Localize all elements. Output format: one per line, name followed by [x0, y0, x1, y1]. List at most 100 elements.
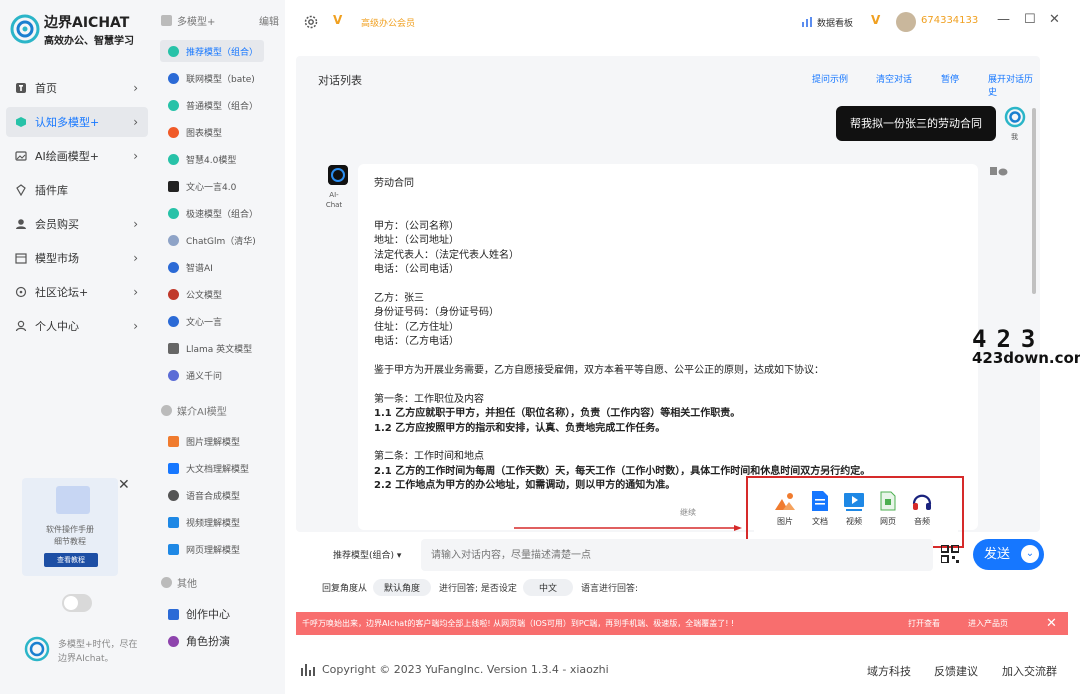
annotation-arrow [514, 525, 742, 531]
model-item[interactable]: 文心一言4.0 [160, 175, 264, 197]
nav-item-ai-painting[interactable]: AI绘画模型+ › [6, 141, 148, 171]
continue-button[interactable]: 继续 [680, 507, 696, 518]
plugin-icon [16, 184, 26, 196]
webpage-icon [168, 543, 179, 555]
media-model-item[interactable]: 网页理解模型 [160, 538, 264, 560]
model-item[interactable]: ChatGlm（清华) [160, 229, 264, 251]
nav-item-home[interactable]: 首页 › [6, 73, 148, 103]
copy-icon[interactable] [990, 166, 1008, 176]
examples-link[interactable]: 提问示例 [812, 72, 848, 85]
history-link[interactable]: 展开对话历史 [988, 72, 1040, 98]
model-item[interactable]: 文心一言 [160, 310, 264, 332]
model-icon [168, 99, 179, 111]
chevron-right-icon: › [133, 115, 138, 129]
pause-link[interactable]: 暂停 [941, 72, 959, 85]
app-window: 边界AICHAT 高效办公、智慧学习 首页 › 认知多模型+ › AI绘画模型+… [0, 0, 1080, 694]
message-input[interactable] [421, 539, 933, 571]
nav-item-cognitive-models[interactable]: 认知多模型+ › [6, 107, 148, 137]
brand: 边界AICHAT 高效办公、智慧学习 [10, 12, 150, 48]
model-item[interactable]: 图表模型 [160, 121, 264, 143]
language-select[interactable]: 中文 [522, 578, 573, 596]
model-item[interactable]: Llama 英文模型 [160, 337, 264, 359]
picture-icon [168, 435, 179, 447]
model-item[interactable]: 智谱AI [160, 256, 264, 278]
model-item[interactable]: 推荐模型（组合） [160, 40, 264, 62]
tool-video[interactable]: 视频 [839, 490, 869, 527]
clear-chat-link[interactable]: 清空对话 [876, 72, 912, 85]
angle-select[interactable]: 默认角度 [373, 578, 432, 596]
webpage-icon [880, 491, 896, 511]
nav-item-membership[interactable]: 会员购买 › [6, 209, 148, 239]
user-avatar-icon [1004, 106, 1026, 128]
model-item[interactable]: 公文模型 [160, 283, 264, 305]
nav-item-personal-center[interactable]: 个人中心 › [6, 311, 148, 341]
scrollbar[interactable] [1032, 108, 1036, 294]
tool-picture[interactable]: 图片 [770, 490, 800, 527]
pie-chart-icon [168, 126, 179, 138]
send-button[interactable]: 发送 ⌄ [973, 539, 1044, 570]
announcement-banner: 千呼万唤始出来，边界AIchat的客户端均全部上线啦! 从网页端（IOS可用）到… [296, 612, 1068, 635]
chevron-right-icon: › [133, 149, 138, 163]
model-item[interactable]: 联网模型（bate) [160, 67, 264, 89]
model-item[interactable]: 极速模型（组合） [160, 202, 264, 224]
media-icon [161, 405, 172, 416]
forum-icon [15, 286, 27, 298]
chevron-down-icon[interactable]: ⌄ [1021, 545, 1039, 563]
user-id[interactable]: 674334133 [921, 15, 978, 26]
brand-logo-icon [24, 636, 50, 662]
tool-audio[interactable]: 音频 [907, 490, 937, 527]
creation-center-item[interactable]: 创作中心 [160, 603, 264, 625]
llama-icon [168, 342, 179, 354]
reply-line: 甲方：（公司名称） [374, 221, 459, 232]
view-tutorial-button[interactable]: 查看教程 [44, 553, 98, 567]
nav-item-community[interactable]: 社区论坛+ › [6, 277, 148, 307]
nav-item-label: 首页 [35, 82, 57, 95]
footer-link-group[interactable]: 加入交流群 [1002, 663, 1057, 679]
dashboard-link[interactable]: 数据看板 [817, 16, 853, 29]
reply-line: 法定代表人：（法定代表人姓名） [374, 250, 519, 261]
close-icon[interactable]: ✕ [118, 477, 130, 493]
nav-item-model-market[interactable]: 模型市场 › [6, 243, 148, 273]
promo-line2: 细节教程 [54, 537, 86, 546]
model-item[interactable]: 智慧4.0模型 [160, 148, 264, 170]
media-model-item[interactable]: 视频理解模型 [160, 511, 264, 533]
model-item[interactable]: 通义千问 [160, 364, 264, 386]
nav-item-plugins[interactable]: 插件库 [6, 175, 148, 205]
chevron-right-icon: › [133, 81, 138, 95]
maximize-icon[interactable]: ☐ [1024, 12, 1036, 27]
footer: Copyright © 2023 YuFangInc. Version 1.3.… [285, 652, 1080, 694]
brand-logo-icon [10, 14, 40, 44]
other-icon [161, 577, 172, 588]
close-window-icon[interactable]: ✕ [1049, 12, 1060, 27]
chevron-right-icon: › [133, 251, 138, 265]
theme-toggle[interactable] [62, 594, 92, 612]
grid-icon [161, 15, 172, 26]
banner-text: 千呼万唤始出来，边界AIchat的客户端均全部上线啦! 从网页端（IOS可用）到… [302, 619, 735, 628]
footer-link-company[interactable]: 域方科技 [867, 663, 911, 679]
message-input-wrap [421, 539, 933, 571]
banner-product-link[interactable]: 进入产品页 [968, 612, 1008, 635]
media-model-item[interactable]: 图片理解模型 [160, 430, 264, 452]
qr-code-icon[interactable] [941, 545, 959, 563]
footer-link-feedback[interactable]: 反馈建议 [934, 663, 978, 679]
model-list-panel: 多模型+ 编辑 推荐模型（组合） 联网模型（bate) 普通模型（组合） 图表模… [155, 0, 285, 694]
model-select-dropdown[interactable]: 推荐模型(组合) ▾ [333, 548, 401, 561]
ai-label: AI-Chat [325, 191, 343, 209]
media-model-item[interactable]: 大文档理解模型 [160, 457, 264, 479]
edit-button[interactable]: 编辑 [259, 13, 279, 28]
gear-icon[interactable] [303, 14, 319, 30]
tool-document[interactable]: 文档 [805, 490, 835, 527]
minimize-icon[interactable]: — [997, 12, 1010, 27]
globe-icon [168, 72, 179, 84]
model-item[interactable]: 普通模型（组合） [160, 94, 264, 116]
tool-webpage[interactable]: 网页 [873, 490, 903, 527]
model-icon [168, 153, 179, 165]
vip-level[interactable]: 高级办公会员 [361, 16, 415, 29]
model-icon [168, 207, 179, 219]
watermark-small: 423down.com [972, 349, 1080, 367]
role-play-item[interactable]: 角色扮演 [160, 630, 264, 652]
banner-open-link[interactable]: 打开查看 [908, 612, 940, 635]
avatar[interactable] [896, 12, 916, 32]
media-model-item[interactable]: 语音合成模型 [160, 484, 264, 506]
close-icon[interactable]: ✕ [1046, 612, 1057, 635]
